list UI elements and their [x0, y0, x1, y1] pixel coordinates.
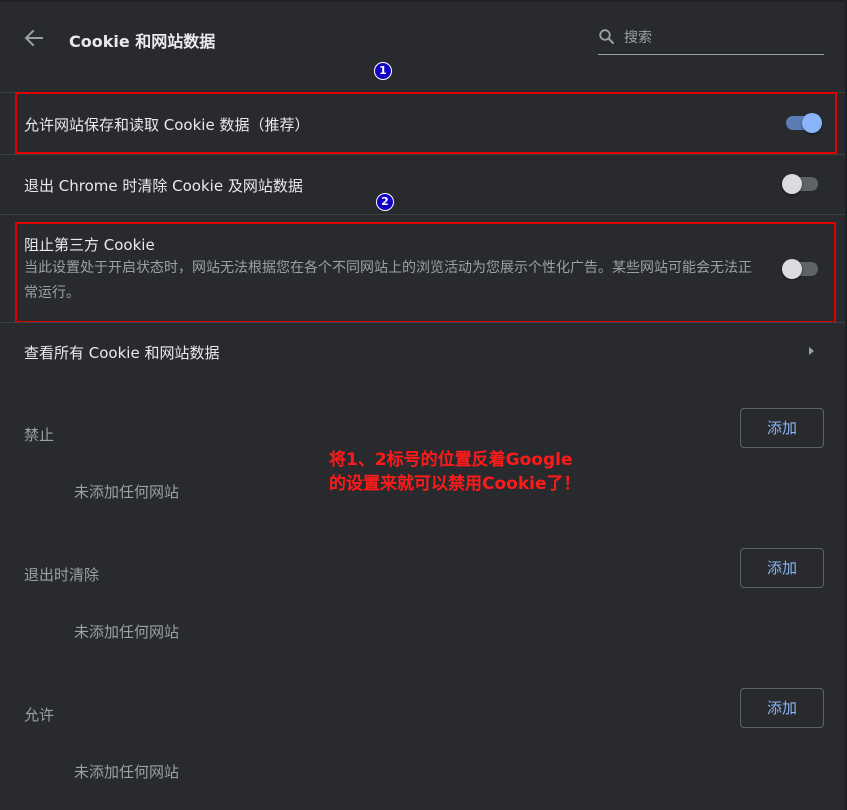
setting-row-block-third-party[interactable]: 阻止第三方 Cookie 当此设置处于开启状态时，网站无法根据您在各个不同网站上… [0, 222, 845, 322]
back-button[interactable] [20, 24, 48, 52]
allow-cookies-label: 允许网站保存和读取 Cookie 数据（推荐） [24, 116, 310, 134]
annotation-line-2: 的设置来就可以禁用Cookie了！ [329, 474, 581, 494]
page-header: Cookie 和网站数据 [0, 0, 847, 80]
annotation-note: 将1、2标号的位置反着Google 的设置来就可以禁用Cookie了！ [329, 448, 581, 496]
block-empty-text: 未添加任何网站 [74, 483, 180, 501]
add-block-button[interactable]: 添加 [740, 408, 824, 448]
section-title-allow: 允许 [24, 706, 55, 724]
toggle-knob [782, 259, 802, 279]
block-third-party-description: 当此设置处于开启状态时，网站无法根据您在各个不同网站上的浏览活动为您展示个性化广… [24, 260, 752, 301]
allow-empty-text: 未添加任何网站 [74, 763, 180, 781]
see-all-cookies-label: 查看所有 Cookie 和网站数据 [24, 344, 220, 362]
block-third-party-label: 阻止第三方 Cookie [24, 236, 155, 254]
clear-on-exit-empty-text: 未添加任何网站 [74, 623, 180, 641]
add-allow-button[interactable]: 添加 [740, 688, 824, 728]
toggle-knob [782, 174, 802, 194]
marker-1: 1 [374, 62, 392, 80]
allow-cookies-toggle[interactable] [784, 112, 824, 133]
search-box[interactable] [598, 24, 824, 55]
section-title-block: 禁止 [24, 426, 55, 444]
marker-2: 2 [376, 193, 394, 211]
clear-on-exit-toggle[interactable] [782, 173, 822, 194]
setting-row-clear-on-exit[interactable]: 退出 Chrome 时清除 Cookie 及网站数据 [0, 155, 845, 213]
add-clear-on-exit-button[interactable]: 添加 [740, 548, 824, 588]
arrow-left-icon [24, 29, 43, 47]
search-icon [599, 29, 614, 44]
search-input[interactable] [624, 26, 820, 50]
annotation-line-1: 将1、2标号的位置反着Google [329, 450, 573, 470]
see-all-cookies-row[interactable]: 查看所有 Cookie 和网站数据 [0, 323, 845, 381]
toggle-knob [802, 113, 822, 133]
row-divider [0, 214, 845, 215]
section-title-clear-on-exit: 退出时清除 [24, 566, 100, 584]
setting-row-allow-cookies[interactable]: 允许网站保存和读取 Cookie 数据（推荐） [0, 92, 845, 154]
chevron-right-icon [809, 347, 814, 355]
clear-on-exit-label: 退出 Chrome 时清除 Cookie 及网站数据 [24, 177, 303, 195]
page-title: Cookie 和网站数据 [69, 32, 216, 51]
block-third-party-toggle[interactable] [782, 258, 822, 279]
